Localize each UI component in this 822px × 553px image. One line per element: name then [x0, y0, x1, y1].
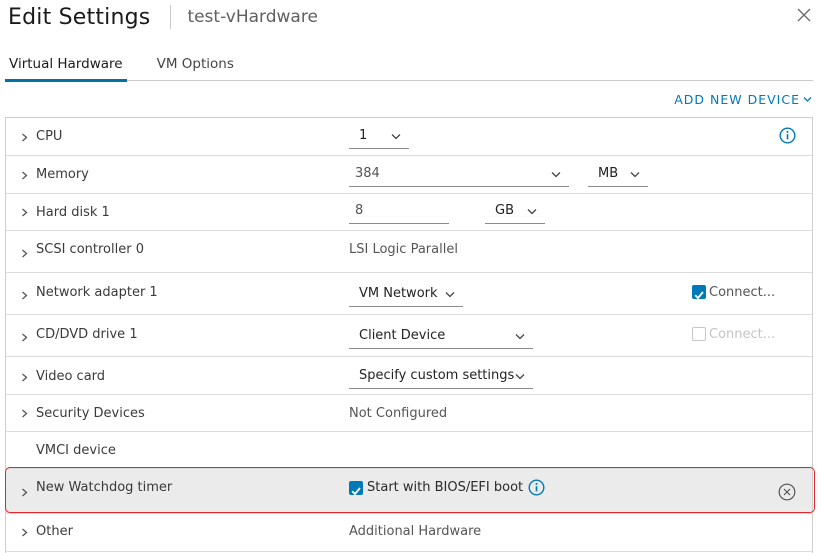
- remove-device-icon[interactable]: [778, 483, 796, 501]
- watchdog-bios-label: Start with BIOS/EFI boot: [367, 480, 524, 495]
- hard-disk-unit-select[interactable]: GB: [485, 200, 545, 224]
- row-cd-dvd-drive: CD/DVD drive 1 Client Device Connect...: [6, 315, 812, 357]
- chevron-right-icon[interactable]: [20, 528, 29, 537]
- row-hard-disk: Hard disk 1 8 GB: [6, 194, 812, 231]
- chevron-down-icon: [551, 172, 561, 178]
- row-cpu: CPU 1: [6, 118, 812, 156]
- chevron-right-icon[interactable]: [20, 133, 29, 142]
- tab-virtual-hardware[interactable]: Virtual Hardware: [5, 50, 127, 82]
- info-icon[interactable]: [528, 479, 545, 496]
- tab-vm-options[interactable]: VM Options: [153, 50, 238, 81]
- edit-settings-dialog: Edit Settings test-vHardware Virtual Har…: [0, 0, 822, 553]
- video-card-label: Video card: [36, 369, 106, 384]
- chevron-down-icon: [803, 97, 812, 102]
- cd-dvd-connect-checkbox[interactable]: [692, 327, 706, 341]
- security-devices-label: Security Devices: [36, 406, 145, 421]
- memory-unit-value: MB: [598, 166, 619, 181]
- hardware-table: CPU 1 Memory 384 MB Hard disk 1 8 GB SCS…: [5, 117, 813, 553]
- chevron-down-icon: [445, 292, 455, 298]
- info-icon[interactable]: [779, 127, 796, 144]
- add-new-device-label: ADD NEW DEVICE: [674, 92, 800, 107]
- scsi-value: LSI Logic Parallel: [349, 242, 458, 257]
- check-icon: [351, 487, 361, 496]
- memory-size-input[interactable]: 384: [349, 163, 569, 187]
- chevron-right-icon[interactable]: [20, 333, 29, 342]
- security-devices-value: Not Configured: [349, 406, 448, 421]
- network-adapter-label: Network adapter 1: [36, 285, 158, 300]
- network-connect-checkbox[interactable]: [692, 285, 706, 300]
- chevron-down-icon: [391, 134, 401, 140]
- network-connect-label: Connect...: [709, 285, 776, 300]
- chevron-right-icon[interactable]: [20, 488, 29, 497]
- dialog-header: Edit Settings test-vHardware: [8, 0, 318, 34]
- hard-disk-unit-value: GB: [495, 203, 514, 218]
- dialog-title: Edit Settings: [8, 4, 151, 30]
- hard-disk-label: Hard disk 1: [36, 205, 110, 220]
- chevron-down-icon: [630, 172, 640, 178]
- row-memory: Memory 384 MB: [6, 156, 812, 194]
- tab-bar: Virtual Hardware VM Options: [5, 50, 813, 82]
- chevron-down-icon: [527, 209, 537, 215]
- vmci-label: VMCI device: [36, 443, 116, 458]
- chevron-right-icon[interactable]: [20, 171, 29, 180]
- chevron-right-icon[interactable]: [20, 409, 29, 418]
- cd-dvd-connect-label: Connect...: [709, 327, 776, 342]
- chevron-right-icon[interactable]: [20, 249, 29, 258]
- hard-disk-size-input[interactable]: 8: [349, 200, 449, 224]
- title-divider: [170, 5, 172, 29]
- close-button[interactable]: [794, 5, 814, 25]
- cpu-select[interactable]: 1: [349, 125, 409, 149]
- video-card-select[interactable]: Specify custom settings: [349, 365, 533, 389]
- cpu-select-value: 1: [359, 128, 368, 143]
- chevron-right-icon[interactable]: [20, 373, 29, 382]
- memory-label: Memory: [36, 167, 89, 182]
- memory-size-value: 384: [355, 166, 380, 181]
- vm-name: test-vHardware: [187, 7, 318, 27]
- cd-dvd-select[interactable]: Client Device: [349, 325, 533, 349]
- network-select-value: VM Network: [359, 286, 438, 301]
- memory-unit-select[interactable]: MB: [588, 163, 648, 187]
- row-other: Other Additional Hardware: [6, 514, 812, 552]
- chevron-down-icon: [515, 334, 525, 340]
- cd-dvd-label: CD/DVD drive 1: [36, 327, 138, 342]
- check-icon: [694, 291, 704, 300]
- watchdog-label: New Watchdog timer: [36, 480, 173, 495]
- chevron-right-icon[interactable]: [20, 208, 29, 217]
- other-label: Other: [36, 524, 73, 539]
- row-security-devices: Security Devices Not Configured: [6, 395, 812, 432]
- row-scsi-controller: SCSI controller 0 LSI Logic Parallel: [6, 231, 812, 273]
- network-select[interactable]: VM Network: [349, 283, 463, 307]
- row-vmci-device: VMCI device: [6, 432, 812, 469]
- row-new-watchdog-timer: New Watchdog timer Start with BIOS/EFI b…: [6, 469, 812, 514]
- scsi-label: SCSI controller 0: [36, 242, 144, 257]
- row-network-adapter: Network adapter 1 VM Network Connect...: [6, 273, 812, 315]
- cd-dvd-select-value: Client Device: [359, 328, 446, 343]
- cpu-label: CPU: [36, 129, 63, 144]
- chevron-down-icon: [515, 374, 525, 380]
- close-icon: [797, 8, 811, 22]
- video-card-select-value: Specify custom settings: [359, 368, 515, 383]
- add-new-device-button[interactable]: ADD NEW DEVICE: [674, 92, 812, 107]
- chevron-right-icon[interactable]: [20, 291, 29, 300]
- row-video-card: Video card Specify custom settings: [6, 357, 812, 395]
- other-value: Additional Hardware: [349, 524, 482, 539]
- watchdog-bios-checkbox[interactable]: [349, 481, 363, 496]
